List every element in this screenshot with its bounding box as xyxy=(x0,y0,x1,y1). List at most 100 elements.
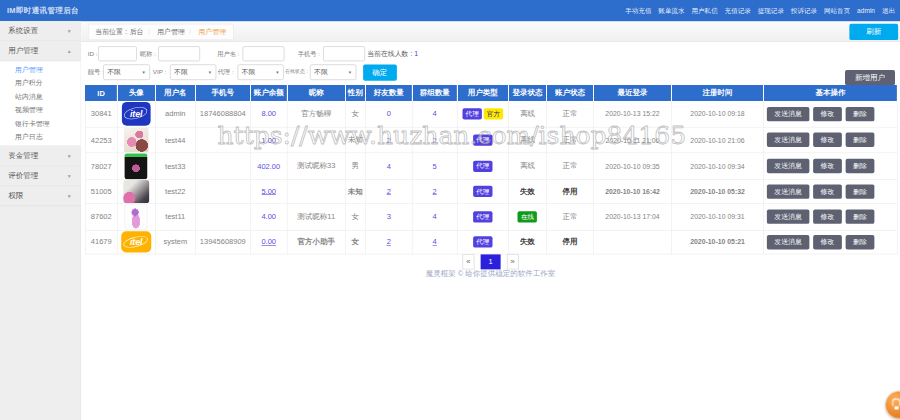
page-next-button[interactable]: » xyxy=(507,254,519,269)
sidebar-item[interactable]: 用户日志 xyxy=(0,130,80,143)
filter-select[interactable]: 不限▼ xyxy=(310,64,356,80)
groups-link[interactable]: 2 xyxy=(433,187,437,196)
edit-button[interactable]: 修改 xyxy=(813,159,842,173)
edit-button[interactable]: 修改 xyxy=(813,133,842,147)
balance-link[interactable]: 8.00 xyxy=(261,109,276,118)
account-status: 停用 xyxy=(562,187,577,196)
friends-link[interactable]: 4 xyxy=(387,162,391,171)
avatar xyxy=(123,180,149,203)
cell-login-status: 失效 xyxy=(508,230,546,254)
sidebar-item[interactable]: 用户管理 xyxy=(0,63,80,76)
filter-label: 用户名 : xyxy=(217,46,239,61)
filter-select[interactable]: 不限▼ xyxy=(170,64,216,80)
edit-button[interactable]: 修改 xyxy=(813,235,842,249)
column-header: 账户状态 xyxy=(547,85,594,101)
sidebar-item[interactable]: 视频管理 xyxy=(0,103,80,116)
cell-nickname: 测试昵称33 xyxy=(287,153,345,180)
cell-account-status: 正常 xyxy=(547,101,594,127)
cell-user-type: 代理 xyxy=(457,203,508,230)
avatar xyxy=(125,204,148,230)
nav-item[interactable]: 退出 xyxy=(882,6,895,15)
cell-actions: 发送消息修改删除 xyxy=(763,127,897,153)
delete-button[interactable]: 删除 xyxy=(846,184,875,198)
groups-link[interactable]: 4 xyxy=(433,109,437,118)
page-current[interactable]: 1 xyxy=(480,254,500,269)
cell-gender: 女 xyxy=(345,101,365,127)
groups-link[interactable]: 2 xyxy=(433,135,437,144)
sidebar: 系统设置▼用户管理▲ 用户管理用户积分站内消息视频管理银行卡管理用户日志资金管理▼… xyxy=(0,21,81,420)
breadcrumb: 当前位置：后台〉用户管理〉用户管理 xyxy=(88,23,234,39)
breadcrumb-bar: 当前位置：后台〉用户管理〉用户管理 刷新 xyxy=(81,21,900,42)
send-message-button[interactable]: 发送消息 xyxy=(767,107,810,121)
nav-item[interactable]: admin xyxy=(857,7,875,15)
breadcrumb-item[interactable]: 用户管理 xyxy=(157,28,185,36)
delete-button[interactable]: 删除 xyxy=(846,133,875,147)
sidebar-group[interactable]: 资金管理▼ xyxy=(0,146,80,166)
send-message-button[interactable]: 发送消息 xyxy=(767,209,810,223)
edit-button[interactable]: 修改 xyxy=(813,209,842,223)
cell-user-type: 代理 xyxy=(457,179,508,203)
sidebar-group[interactable]: 系统设置▼ xyxy=(0,21,80,41)
delete-button[interactable]: 删除 xyxy=(846,235,875,249)
add-user-button[interactable]: 新增用户 xyxy=(845,70,895,85)
filter-input[interactable] xyxy=(242,46,284,61)
groups-link[interactable]: 5 xyxy=(433,162,437,171)
cell-user-type: 代理官方 xyxy=(457,101,508,127)
send-message-button[interactable]: 发送消息 xyxy=(767,235,810,249)
balance-link[interactable]: 4.00 xyxy=(261,212,276,221)
friends-link[interactable]: 2 xyxy=(387,187,391,196)
balance-link[interactable]: 402.00 xyxy=(257,162,280,171)
avatar xyxy=(125,153,148,179)
cell-balance: 402.00 xyxy=(250,153,287,180)
filter-input[interactable] xyxy=(158,46,200,61)
friends-link[interactable]: 2 xyxy=(387,238,391,247)
friends-link[interactable]: 3 xyxy=(387,212,391,221)
nav-item[interactable]: 账单流水 xyxy=(658,6,684,15)
delete-button[interactable]: 删除 xyxy=(846,159,875,173)
groups-link[interactable]: 4 xyxy=(433,212,437,221)
refresh-button[interactable]: 刷新 xyxy=(849,23,898,39)
sidebar-item[interactable]: 用户积分 xyxy=(0,76,80,89)
cell-actions: 发送消息修改删除 xyxy=(763,153,897,180)
sidebar-group[interactable]: 用户管理▲ xyxy=(0,41,80,61)
sidebar-item[interactable]: 站内消息 xyxy=(0,90,80,103)
send-message-button[interactable]: 发送消息 xyxy=(767,133,810,147)
balance-link[interactable]: 5.00 xyxy=(261,187,276,196)
groups-link[interactable]: 4 xyxy=(433,238,437,247)
nav-item[interactable]: 提现记录 xyxy=(758,6,784,15)
nav-item[interactable]: 充值记录 xyxy=(725,6,751,15)
filter-select[interactable]: 不限▼ xyxy=(237,64,283,80)
sidebar-group[interactable]: 评价管理▼ xyxy=(0,166,80,186)
cell-user-type: 代理 xyxy=(457,153,508,180)
table-row: 78027test33402.00测试昵称33男45代理离线正常2020-10-… xyxy=(85,153,897,180)
page-prev-button[interactable]: « xyxy=(462,254,474,269)
cell-id: 42253 xyxy=(85,127,117,153)
friends-link[interactable]: 0 xyxy=(387,109,391,118)
nav-item[interactable]: 用户私信 xyxy=(691,6,717,15)
delete-button[interactable]: 删除 xyxy=(846,107,875,121)
edit-button[interactable]: 修改 xyxy=(813,184,842,198)
balance-link[interactable]: 0.00 xyxy=(261,238,276,247)
filter-input[interactable] xyxy=(98,46,137,61)
filter-input[interactable] xyxy=(323,46,365,61)
delete-button[interactable]: 删除 xyxy=(846,209,875,223)
filter-label: 手机号 : xyxy=(298,46,320,61)
breadcrumb-item[interactable]: 后台 xyxy=(130,28,144,36)
cell-avatar: itel xyxy=(117,230,155,254)
balance-link[interactable]: 1.00 xyxy=(261,135,276,144)
sidebar-group[interactable]: 权限▼ xyxy=(0,186,80,206)
confirm-button[interactable]: 确定 xyxy=(363,64,397,80)
send-message-button[interactable]: 发送消息 xyxy=(767,184,810,198)
friends-link[interactable]: 2 xyxy=(387,135,391,144)
cell-username: test44 xyxy=(155,127,195,153)
login-status: 离线 xyxy=(520,109,535,118)
nav-item[interactable]: 手动充值 xyxy=(625,6,651,15)
cell-avatar xyxy=(117,203,155,230)
nav-item[interactable]: 网站首页 xyxy=(824,6,850,15)
edit-button[interactable]: 修改 xyxy=(813,107,842,121)
nav-item[interactable]: 投诉记录 xyxy=(791,6,817,15)
send-message-button[interactable]: 发送消息 xyxy=(767,159,810,173)
filter-select[interactable]: 不限▼ xyxy=(103,64,150,80)
account-status: 停用 xyxy=(562,237,577,246)
sidebar-item[interactable]: 银行卡管理 xyxy=(0,117,80,130)
